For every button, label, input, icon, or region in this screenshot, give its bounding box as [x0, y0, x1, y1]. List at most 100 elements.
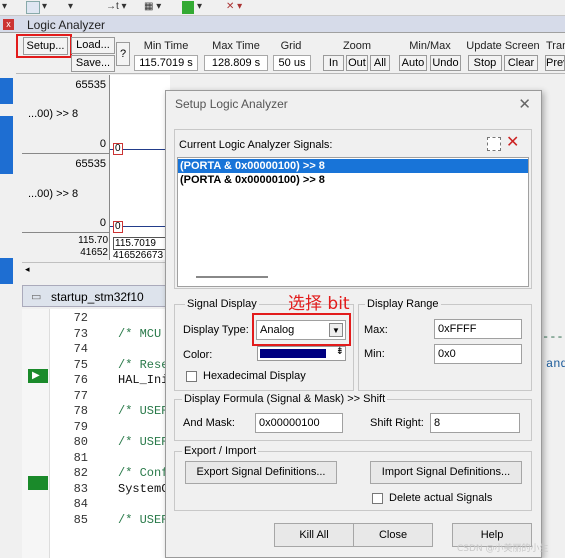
time-box: 115.7019 [113, 237, 168, 250]
export-import-label: Export / Import [182, 445, 259, 457]
min-input[interactable]: 0x0 [434, 344, 522, 364]
dropdown-icon[interactable]: ▦ ▾ [144, 1, 161, 14]
signals-list[interactable]: (PORTA & 0x00000100) >> 8 (PORTA & 0x000… [177, 157, 529, 287]
min-time-header: Min Time [143, 40, 189, 52]
close-button[interactable]: Close [353, 523, 433, 547]
line-number: 75 [73, 357, 88, 372]
hex-display-label: Hexadecimal Display [203, 370, 306, 382]
max-label: Max: [364, 324, 388, 336]
hex-display-checkbox[interactable] [186, 371, 197, 382]
sidebar-tab[interactable] [0, 78, 13, 104]
signal-max-label: 65535 [75, 79, 106, 91]
new-signal-icon[interactable] [487, 137, 501, 151]
editor-tab[interactable]: ▭ startup_stm32f10 [22, 285, 187, 307]
horizontal-scrollbar[interactable]: ◂ [22, 262, 170, 278]
grid-header: Grid [280, 40, 302, 52]
signals-label: Current Logic Analyzer Signals: [179, 139, 333, 151]
help-button[interactable]: ? [116, 42, 130, 66]
editor-gutter [22, 309, 50, 558]
code-line: /* USER [118, 435, 169, 449]
color-picker[interactable]: ⇟ [257, 346, 346, 361]
max-time-header: Max Time [212, 40, 260, 52]
zoom-out-button[interactable]: Out [346, 55, 368, 71]
export-button[interactable]: Export Signal Definitions... [185, 461, 337, 484]
dropdown-icon[interactable]: ▾ [68, 1, 73, 14]
trace-icon[interactable]: →t ▾ [106, 1, 127, 14]
load-button[interactable]: Load... [71, 37, 115, 54]
code-line: /* Conf [118, 466, 169, 480]
ide-toolbar: ▾ ▾ ▾ →t ▾ ▦ ▾ ▾ ✕ ▾ [0, 0, 565, 16]
close-icon[interactable]: ✕ [518, 95, 531, 113]
undo-button[interactable]: Undo [430, 55, 461, 71]
divider [22, 153, 110, 154]
current-line-icon: ▶ [32, 370, 40, 381]
window-icon[interactable] [26, 1, 40, 14]
line-number: 79 [73, 419, 88, 434]
code-line: /* Rese [118, 357, 169, 372]
shift-right-input[interactable]: 8 [430, 413, 520, 433]
line-number: 74 [73, 342, 88, 356]
marker-label: 0 [113, 221, 123, 233]
line-number: 77 [73, 388, 88, 403]
setup-dialog: Setup Logic Analyzer ✕ Current Logic Ana… [165, 90, 542, 558]
code-line: /* USER [118, 512, 169, 527]
highlight-box [252, 313, 351, 346]
grid-value: 50 us [273, 55, 311, 71]
min-time-value: 115.7019 s [134, 55, 198, 71]
import-button[interactable]: Import Signal Definitions... [370, 461, 522, 484]
comment-dashes: --- [542, 330, 564, 344]
line-number: 73 [73, 326, 88, 341]
close-icon[interactable]: x [3, 19, 14, 30]
sidebar-tab[interactable] [0, 258, 13, 284]
zoom-in-button[interactable]: In [323, 55, 344, 71]
formula-label: Display Formula (Signal & Mask) >> Shift [182, 393, 388, 405]
delete-signal-icon[interactable]: ✕ [506, 135, 519, 151]
list-scrollbar[interactable] [196, 276, 268, 278]
tools-icon[interactable]: ✕ ▾ [226, 1, 242, 14]
and-mask-input[interactable]: 0x00000100 [255, 413, 343, 433]
signal-min-label: 0 [99, 138, 106, 150]
signal-name[interactable]: ...00) >> 8 [28, 188, 78, 200]
color-swatch [260, 349, 326, 358]
and-mask-label: And Mask: [183, 417, 235, 429]
highlight-box [16, 34, 72, 58]
window-title: Logic Analyzer [27, 18, 106, 32]
zoom-all-button[interactable]: All [370, 55, 390, 71]
max-input[interactable]: 0xFFFF [434, 319, 522, 339]
line-number: 78 [73, 404, 88, 418]
display-type-label: Display Type: [183, 324, 249, 336]
line-number: 83 [73, 481, 88, 496]
dialog-title: Setup Logic Analyzer [175, 97, 288, 111]
sidebar-tab[interactable] [0, 116, 13, 174]
delete-signals-checkbox[interactable] [372, 493, 383, 504]
logic-analyzer-toolbar: Setup... Load... Save... ? Min Time 115.… [0, 34, 565, 74]
time-label: 115.70 [78, 235, 108, 246]
signal-name[interactable]: ...00) >> 8 [28, 108, 78, 120]
display-range-label: Display Range [365, 298, 441, 310]
code-line: /* MCU [118, 326, 162, 341]
chevron-down-icon[interactable]: ⇟ [336, 346, 344, 357]
auto-button[interactable]: Auto [399, 55, 427, 71]
save-button[interactable]: Save... [71, 55, 115, 72]
signal-item[interactable]: (PORTA & 0x00000100) >> 8 [180, 174, 325, 186]
scroll-left-icon[interactable]: ◂ [25, 264, 30, 275]
stop-button[interactable]: Stop [468, 55, 502, 71]
left-sidebar [0, 34, 16, 284]
dropdown-icon[interactable]: ▾ [42, 1, 47, 14]
signal-min-label: 0 [99, 217, 106, 229]
line-number: 76 [73, 373, 88, 387]
prev-button[interactable]: Prev [545, 55, 565, 71]
minmax-header: Min/Max [409, 40, 451, 52]
kill-all-button[interactable]: Kill All [274, 523, 354, 547]
clear-button[interactable]: Clear [504, 55, 538, 71]
shift-right-label: Shift Right: [370, 417, 424, 429]
logic-icon[interactable] [182, 1, 194, 14]
signal-item[interactable]: (PORTA & 0x00000100) >> 8 [178, 159, 528, 173]
waveform-area[interactable]: 0 0 115.7019 416526673 [110, 75, 170, 261]
signal-names-pane: 65535 ...00) >> 8 0 65535 ...00) >> 8 0 … [22, 75, 110, 260]
dropdown-icon[interactable]: ▾ [197, 1, 202, 14]
update-screen-header: Update Screen [466, 40, 540, 52]
toolbar-icon[interactable]: ▾ [2, 1, 7, 14]
divider [22, 232, 110, 233]
max-time-value: 128.809 s [204, 55, 268, 71]
